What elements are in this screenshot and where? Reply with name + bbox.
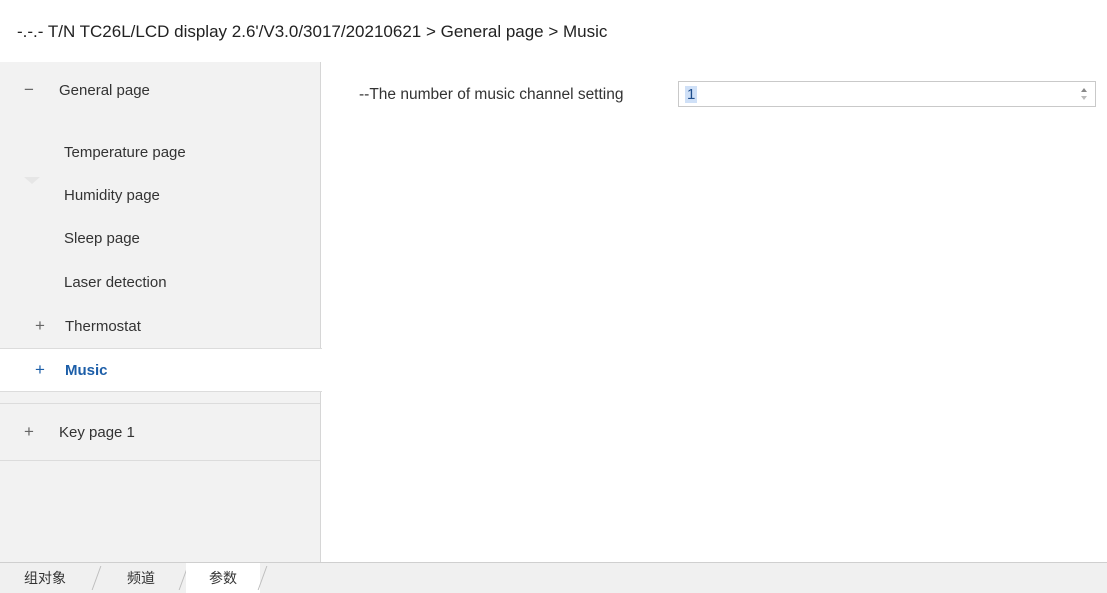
sidebar-item-thermostat[interactable]: + Thermostat	[0, 304, 320, 348]
spinner-arrows[interactable]	[1079, 85, 1089, 103]
parameter-panel: --The number of music channel setting 1	[322, 62, 1107, 562]
sidebar-item-label: Humidity page	[64, 186, 160, 204]
music-channel-label: --The number of music channel setting	[359, 86, 624, 103]
sidebar-item-humidity-page[interactable]: Humidity page	[0, 173, 320, 217]
divider	[0, 460, 320, 461]
tab-parameters[interactable]: 参数	[186, 563, 260, 593]
expand-icon[interactable]: +	[21, 422, 37, 442]
sidebar: − General page Temperature page Humidity…	[0, 62, 322, 562]
sidebar-item-label: Music	[65, 361, 108, 379]
music-channel-value[interactable]: 1	[685, 86, 698, 103]
sidebar-item-label: Thermostat	[65, 317, 141, 335]
sidebar-item-sleep-page[interactable]: Sleep page	[0, 216, 320, 260]
divider	[0, 403, 320, 404]
expand-icon[interactable]: +	[32, 316, 48, 336]
spin-up-icon[interactable]	[1081, 88, 1087, 92]
expand-icon[interactable]: +	[32, 360, 48, 380]
sidebar-item-label: Laser detection	[64, 273, 167, 291]
sidebar-item-label: Key page 1	[59, 423, 135, 441]
sidebar-item-laser-detection[interactable]: Laser detection	[0, 260, 320, 304]
breadcrumb-title: -.-.- T/N TC26L/LCD display 2.6'/V3.0/30…	[17, 22, 608, 41]
sidebar-item-general-page[interactable]: − General page	[0, 68, 320, 112]
sidebar-item-label: Sleep page	[64, 229, 140, 247]
collapse-icon[interactable]: −	[21, 80, 37, 100]
music-channel-spinbox[interactable]: 1	[678, 81, 1096, 107]
spin-down-icon[interactable]	[1081, 96, 1087, 100]
title-bar: -.-.- T/N TC26L/LCD display 2.6'/V3.0/30…	[0, 0, 1107, 62]
bottom-tab-bar: 组对象 频道 参数	[0, 562, 1107, 593]
tab-separator	[91, 566, 102, 590]
sidebar-item-label: General page	[59, 81, 150, 99]
sidebar-item-key-page-1[interactable]: + Key page 1	[0, 410, 320, 454]
sidebar-item-label: Temperature page	[64, 143, 186, 161]
tab-group-objects[interactable]: 组对象	[0, 563, 90, 593]
sidebar-item-music[interactable]: + Music	[0, 348, 322, 392]
tab-channels[interactable]: 频道	[102, 563, 180, 593]
sidebar-item-temperature-page[interactable]: Temperature page	[0, 130, 320, 174]
